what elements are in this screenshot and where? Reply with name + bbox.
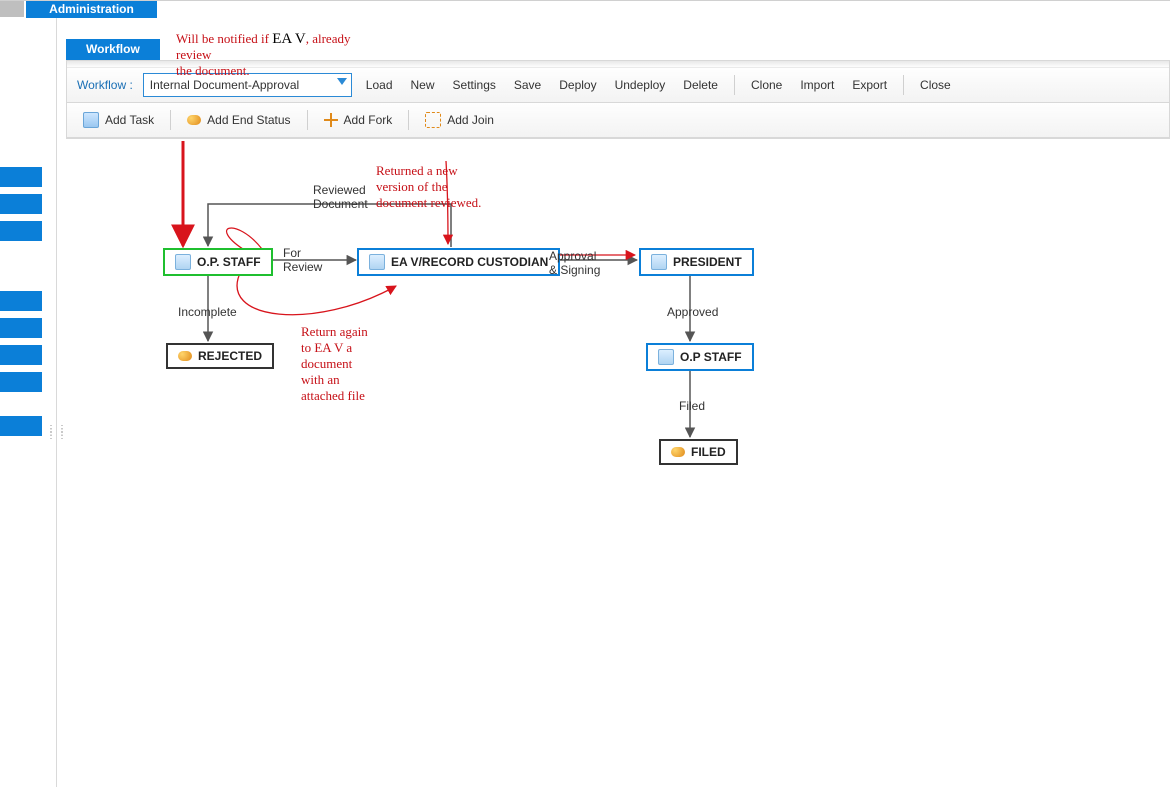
fork-icon — [324, 113, 338, 127]
node-rejected[interactable]: REJECTED — [166, 343, 274, 369]
separator — [170, 110, 171, 130]
edges-overlay — [66, 141, 1170, 761]
side-button-7[interactable] — [0, 372, 42, 392]
side-button-2[interactable] — [0, 194, 42, 214]
node-filed[interactable]: FILED — [659, 439, 738, 465]
edge-label-filed: Filed — [679, 399, 705, 413]
separator — [408, 110, 409, 130]
close-button[interactable]: Close — [916, 78, 955, 92]
side-button-6[interactable] — [0, 345, 42, 365]
tab-workflow[interactable]: Workflow — [66, 39, 160, 60]
page-root: ⋮⋮⋮⋮⋮⋮ Administration Workflow Workflow … — [0, 0, 1170, 787]
edge-label-reviewed: ReviewedDocument — [313, 183, 368, 211]
edge-label-incomplete: Incomplete — [178, 305, 237, 319]
task-icon — [83, 112, 99, 128]
separator — [307, 110, 308, 130]
tab-administration[interactable]: Administration — [26, 1, 157, 18]
load-button[interactable]: Load — [362, 78, 397, 92]
node-label: O.P STAFF — [680, 350, 742, 364]
node-label: PRESIDENT — [673, 255, 742, 269]
deploy-button[interactable]: Deploy — [555, 78, 600, 92]
add-join-button[interactable]: Add Join — [419, 112, 500, 128]
node-president[interactable]: PRESIDENT — [639, 248, 754, 276]
workflow-select-value: Internal Document-Approval — [150, 78, 299, 92]
import-button[interactable]: Import — [796, 78, 838, 92]
add-task-label: Add Task — [105, 113, 154, 127]
add-join-label: Add Join — [447, 113, 494, 127]
node-op-staff[interactable]: O.P. STAFF — [163, 248, 273, 276]
end-status-icon — [187, 115, 201, 125]
add-fork-label: Add Fork — [344, 113, 393, 127]
annotation-return-again: Return again to EA V a document with an … — [301, 324, 368, 404]
settings-button[interactable]: Settings — [449, 78, 500, 92]
end-status-icon — [671, 447, 685, 457]
workflow-canvas[interactable]: O.P. STAFF EA V/RECORD CUSTODIAN PRESIDE… — [66, 141, 1170, 761]
end-status-icon — [178, 351, 192, 361]
export-button[interactable]: Export — [848, 78, 891, 92]
side-button-8[interactable] — [0, 416, 42, 436]
delete-button[interactable]: Delete — [679, 78, 722, 92]
edge-label-approval: Approval& Signing — [549, 249, 600, 277]
edge-label-approved: Approved — [667, 305, 718, 319]
node-label: EA V/RECORD CUSTODIAN — [391, 255, 548, 269]
task-icon — [651, 254, 667, 270]
left-grey-handle[interactable] — [0, 1, 24, 17]
side-button-3[interactable] — [0, 221, 42, 241]
edge-label-for-review: ForReview — [283, 246, 322, 274]
task-icon — [658, 349, 674, 365]
side-button-4[interactable] — [0, 291, 42, 311]
left-stripe: ⋮⋮⋮⋮⋮⋮ — [0, 1, 50, 787]
task-icon — [175, 254, 191, 270]
task-icon — [369, 254, 385, 270]
node-label: REJECTED — [198, 349, 262, 363]
annotation-returned: Returned a new version of the document r… — [376, 163, 481, 211]
workflow-label: Workflow : — [77, 78, 133, 92]
separator — [734, 75, 735, 95]
save-button[interactable]: Save — [510, 78, 545, 92]
side-button-5[interactable] — [0, 318, 42, 338]
add-end-status-label: Add End Status — [207, 113, 290, 127]
node-label: O.P. STAFF — [197, 255, 261, 269]
drag-handle-icon[interactable]: ⋮⋮⋮⋮⋮⋮ — [46, 428, 68, 437]
annotation-notify: Will be notified if EA V, already review… — [176, 31, 366, 79]
vertical-divider — [56, 1, 57, 787]
separator — [903, 75, 904, 95]
clone-button[interactable]: Clone — [747, 78, 786, 92]
undeploy-button[interactable]: Undeploy — [611, 78, 670, 92]
toolbar-secondary: Add Task Add End Status Add Fork Add Joi… — [67, 103, 1169, 138]
add-end-status-button[interactable]: Add End Status — [181, 113, 296, 127]
join-icon — [425, 112, 441, 128]
node-label: FILED — [691, 445, 726, 459]
new-button[interactable]: New — [407, 78, 439, 92]
chevron-down-icon — [337, 78, 347, 85]
add-task-button[interactable]: Add Task — [77, 112, 160, 128]
node-ea-v-record-custodian[interactable]: EA V/RECORD CUSTODIAN — [357, 248, 560, 276]
add-fork-button[interactable]: Add Fork — [318, 113, 399, 127]
node-op-staff-2[interactable]: O.P STAFF — [646, 343, 754, 371]
side-button-1[interactable] — [0, 167, 42, 187]
